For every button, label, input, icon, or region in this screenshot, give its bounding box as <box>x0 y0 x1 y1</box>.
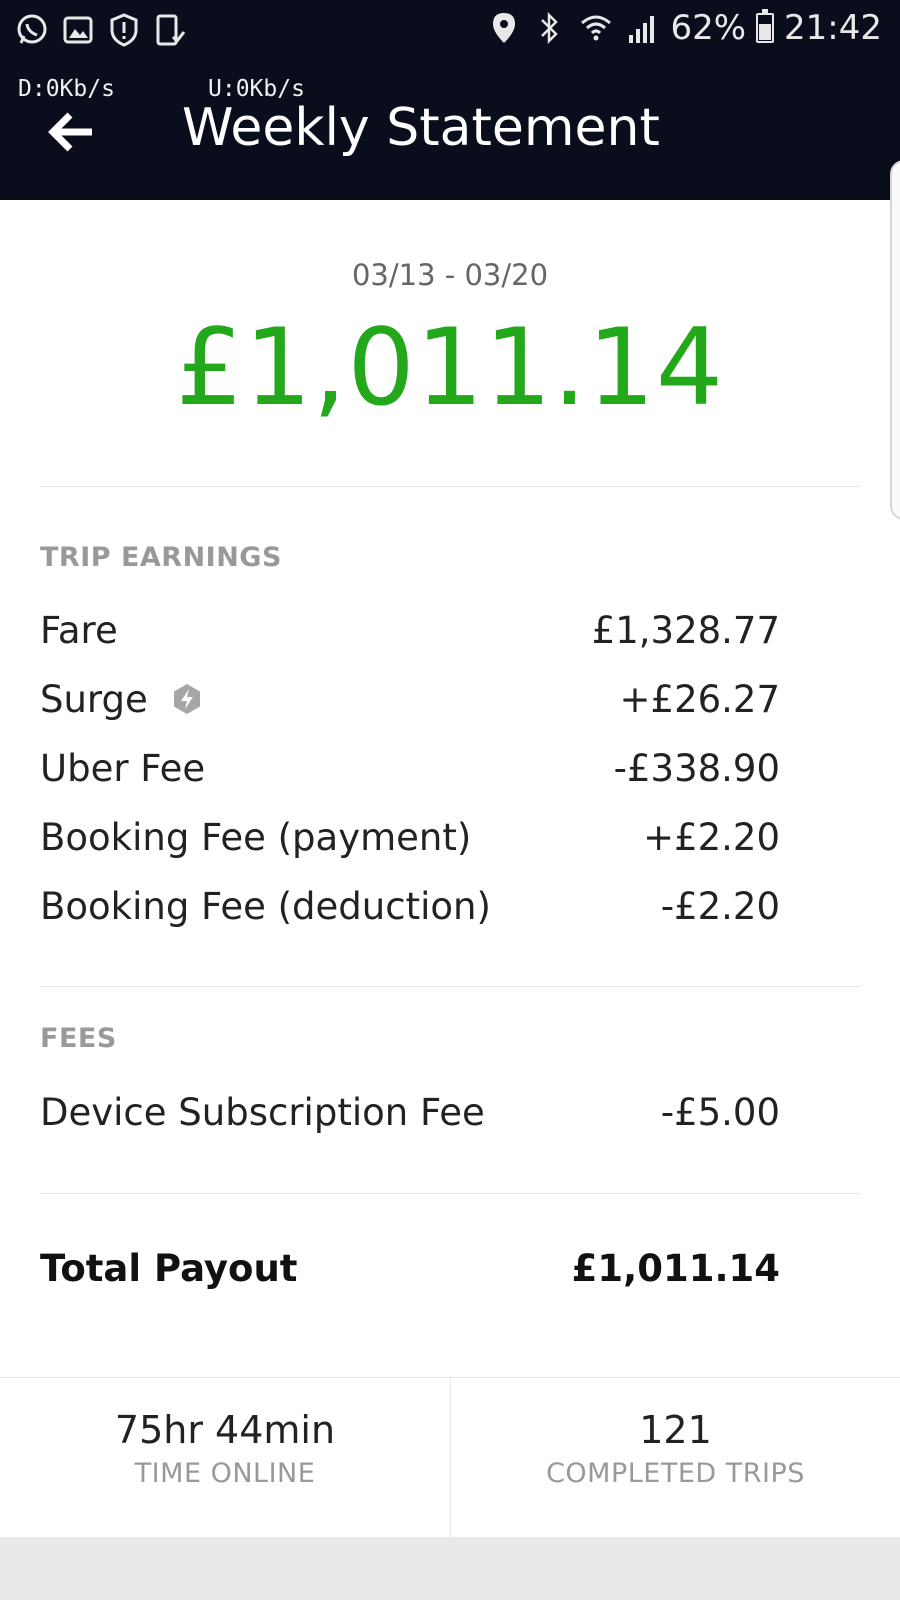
stat-label: TIME ONLINE <box>134 1458 316 1489</box>
whatsapp-icon <box>14 12 50 48</box>
notification-icons <box>14 12 188 48</box>
total-payout-value: £1,011.14 <box>571 1246 780 1290</box>
row-label: Booking Fee (payment) <box>40 815 472 859</box>
row-value: +£26.27 <box>619 677 780 721</box>
total-earnings: £1,011.14 <box>175 306 725 429</box>
total-payout-label: Total Payout <box>40 1246 298 1290</box>
wifi-icon <box>578 10 614 46</box>
earnings-row-uber-fee: Uber Fee -£338.90 <box>40 743 780 793</box>
total-payout-row: Total Payout £1,011.14 <box>40 1243 780 1293</box>
signal-icon <box>624 10 660 46</box>
status-bar: 62% 21:42 <box>0 0 900 70</box>
stats-bar: 75hr 44min TIME ONLINE 121 COMPLETED TRI… <box>0 1377 900 1538</box>
row-label: Fare <box>40 608 118 652</box>
row-value: +£2.20 <box>643 815 780 859</box>
surge-icon <box>170 682 204 716</box>
stat-label: COMPLETED TRIPS <box>546 1458 805 1489</box>
stat-time-online: 75hr 44min TIME ONLINE <box>0 1378 450 1538</box>
earnings-row-booking-fee-deduction: Booking Fee (deduction) -£2.20 <box>40 881 780 931</box>
divider <box>40 486 860 487</box>
stat-value: 121 <box>639 1408 712 1452</box>
battery-percentage: 62% <box>670 8 747 48</box>
location-icon <box>486 10 522 46</box>
row-label-wrap: Surge <box>40 678 204 721</box>
edge-panel-handle[interactable] <box>890 160 900 520</box>
row-label: Booking Fee (deduction) <box>40 884 491 928</box>
footer-area <box>0 1537 900 1600</box>
weekly-statement-screen: 62% 21:42 D:0Kb/s U:0Kb/s Weekly Stateme… <box>0 0 900 1600</box>
download-speed: D:0Kb/s <box>18 76 115 102</box>
date-range: 03/13 - 03/20 <box>351 258 549 292</box>
row-label: Device Subscription Fee <box>40 1090 485 1134</box>
row-label: Surge <box>40 677 148 721</box>
earnings-row-fare: Fare £1,328.77 <box>40 605 780 655</box>
fees-row-device-subscription: Device Subscription Fee -£5.00 <box>40 1087 780 1137</box>
back-button[interactable] <box>40 104 102 160</box>
shield-icon <box>106 12 142 48</box>
clock: 21:42 <box>784 8 882 48</box>
app-header: D:0Kb/s U:0Kb/s Weekly Statement <box>0 70 900 200</box>
row-value: -£338.90 <box>613 746 780 790</box>
row-label: Uber Fee <box>40 746 206 790</box>
divider <box>40 986 860 987</box>
earnings-row-surge: Surge +£26.27 <box>40 674 780 724</box>
battery-icon <box>756 9 775 43</box>
section-title-trip-earnings: TRIP EARNINGS <box>40 542 282 573</box>
divider <box>40 1193 860 1194</box>
arrow-left-icon <box>48 112 92 152</box>
stat-value: 75hr 44min <box>114 1408 336 1452</box>
row-value: £1,328.77 <box>591 608 780 652</box>
device-check-icon <box>152 12 188 48</box>
gallery-icon <box>60 12 96 48</box>
earnings-row-booking-fee-payment: Booking Fee (payment) +£2.20 <box>40 812 780 862</box>
section-title-fees: FEES <box>40 1023 117 1054</box>
system-indicators: 62% 21:42 <box>486 8 882 48</box>
stat-completed-trips: 121 COMPLETED TRIPS <box>450 1378 900 1538</box>
page-title: Weekly Statement <box>182 98 660 158</box>
row-value: -£2.20 <box>660 884 780 928</box>
row-value: -£5.00 <box>660 1090 780 1134</box>
bluetooth-icon <box>532 10 568 46</box>
